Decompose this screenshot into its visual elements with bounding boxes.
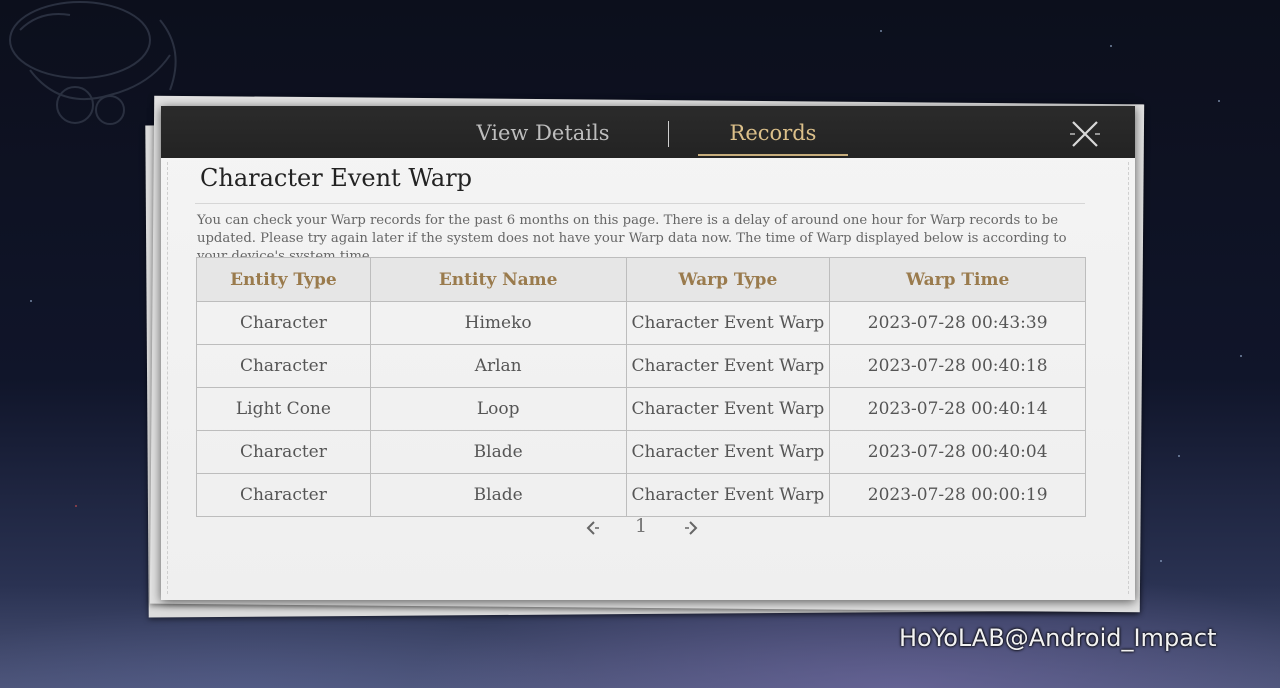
entity-name-cell: Blade: [369, 473, 627, 517]
star: [1240, 355, 1242, 357]
header-entity-type: Entity Type: [196, 257, 371, 302]
tab-divider: [668, 121, 669, 147]
prev-page-button[interactable]: [582, 518, 602, 538]
warp-type-cell: Character Event Warp: [625, 430, 831, 474]
tab-bar: View Details Records: [161, 106, 1135, 158]
entity-name-cell: Loop: [369, 387, 627, 431]
table-row: Character Blade Character Event Warp 202…: [196, 473, 1086, 517]
current-page-number: 1: [634, 515, 648, 537]
warp-type-cell: Character Event Warp: [625, 473, 831, 517]
star: [75, 505, 77, 507]
page-title: Character Event Warp: [200, 164, 473, 192]
tab-records[interactable]: Records: [698, 106, 848, 156]
close-icon: [1070, 121, 1100, 147]
warp-type-cell: Character Event Warp: [625, 344, 831, 388]
star: [1110, 45, 1112, 47]
header-warp-time: Warp Time: [829, 257, 1086, 302]
next-page-button[interactable]: [682, 518, 702, 538]
watermark-text: HoYoLAB@Android_Impact: [899, 624, 1217, 652]
entity-type-cell: Character: [196, 301, 371, 345]
entity-type-cell: Character: [196, 430, 371, 474]
entity-name-cell: Blade: [369, 430, 627, 474]
star: [880, 30, 882, 32]
table-row: Light Cone Loop Character Event Warp 202…: [196, 387, 1086, 431]
chevron-right-icon: [685, 521, 698, 535]
header-entity-name: Entity Name: [369, 257, 627, 302]
entity-name-cell: Arlan: [369, 344, 627, 388]
pagination: 1: [576, 515, 706, 541]
entity-name-cell: Himeko: [369, 301, 627, 345]
warp-time-cell: 2023-07-28 00:40:14: [829, 387, 1086, 431]
header-warp-type: Warp Type: [625, 257, 831, 302]
close-button[interactable]: [1067, 116, 1103, 152]
warp-type-cell: Character Event Warp: [625, 301, 831, 345]
star: [1160, 560, 1162, 562]
warp-type-cell: Character Event Warp: [625, 387, 831, 431]
warp-time-cell: 2023-07-28 00:40:18: [829, 344, 1086, 388]
table-row: Character Arlan Character Event Warp 202…: [196, 344, 1086, 388]
chevron-left-icon: [586, 521, 599, 535]
warp-records-table: Entity Type Entity Name Warp Type Warp T…: [196, 257, 1086, 517]
tab-view-details[interactable]: View Details: [463, 106, 623, 154]
warp-time-cell: 2023-07-28 00:43:39: [829, 301, 1086, 345]
entity-type-cell: Light Cone: [196, 387, 371, 431]
entity-type-cell: Character: [196, 344, 371, 388]
warp-records-panel: View Details Records Character Event War…: [161, 106, 1135, 600]
warp-time-cell: 2023-07-28 00:00:19: [829, 473, 1086, 517]
entity-type-cell: Character: [196, 473, 371, 517]
warp-time-cell: 2023-07-28 00:40:04: [829, 430, 1086, 474]
table-row: Character Blade Character Event Warp 202…: [196, 430, 1086, 474]
table-header-row: Entity Type Entity Name Warp Type Warp T…: [196, 257, 1086, 302]
title-divider: [195, 203, 1085, 204]
star: [1178, 455, 1180, 457]
star: [30, 300, 32, 302]
table-row: Character Himeko Character Event Warp 20…: [196, 301, 1086, 345]
star: [1218, 100, 1220, 102]
